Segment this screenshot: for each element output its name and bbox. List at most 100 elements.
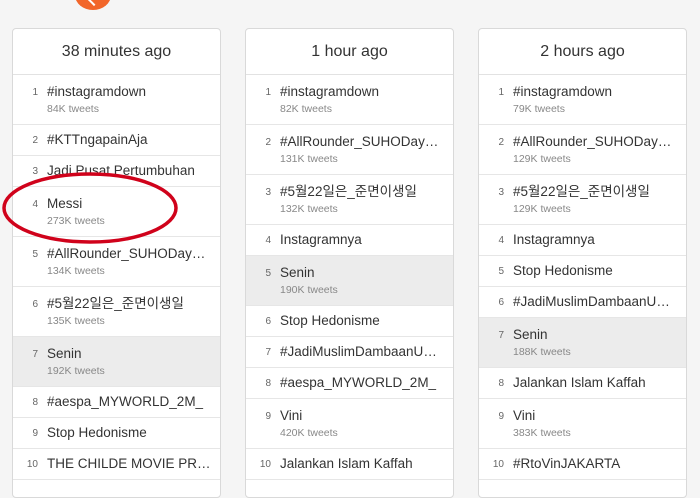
trend-rank: 3 (265, 187, 271, 198)
trend-rank: 5 (498, 266, 504, 277)
trend-name[interactable]: #aespa_MYWORLD_2M_ (47, 393, 220, 410)
column-header: 38 minutes ago (13, 29, 220, 75)
column-header: 1 hour ago (246, 29, 453, 75)
trend-row[interactable]: 3 #5월22일은_준면이생일 129K tweets (479, 175, 686, 225)
trend-rank: 8 (498, 378, 504, 389)
trend-row[interactable]: 9 Vini 383K tweets (479, 399, 686, 449)
trend-row[interactable]: 6 #JadiMuslimDambaanUmat (479, 287, 686, 318)
trend-name[interactable]: Instagramnya (280, 231, 453, 248)
trend-name[interactable]: #5월22일은_준면이생일 (47, 295, 220, 312)
trend-name[interactable]: #AllRounder_SUHODay2022 (47, 245, 220, 262)
trend-name[interactable]: Stop Hedonisme (280, 312, 453, 329)
trend-row[interactable]: 8 Jalankan Islam Kaffah (479, 368, 686, 399)
trend-row[interactable]: 6 #5월22일은_준면이생일 135K tweets (13, 287, 220, 337)
trend-rank: 1 (265, 87, 271, 98)
trend-row-highlighted[interactable]: 7 Senin 192K tweets (13, 337, 220, 387)
trend-rank: 1 (32, 87, 38, 98)
tweet-count: 383K tweets (513, 427, 571, 439)
trend-rank: 2 (498, 137, 504, 148)
trend-rank: 8 (32, 397, 38, 408)
trend-name[interactable]: #instagramdown (47, 83, 220, 100)
trend-row[interactable]: 2 #KTTngapainAja (13, 125, 220, 156)
trend-name[interactable]: Senin (47, 345, 220, 362)
trend-rank: 7 (498, 330, 504, 341)
trend-rank: 4 (32, 199, 38, 210)
trend-name[interactable]: #KTTngapainAja (47, 131, 220, 148)
trend-row[interactable]: 5 Stop Hedonisme (479, 256, 686, 287)
trend-rank: 10 (492, 459, 504, 470)
trend-row[interactable]: 8 #aespa_MYWORLD_2M_ (246, 368, 453, 399)
trend-rank: 6 (265, 316, 271, 327)
tweet-count: 84K tweets (47, 103, 99, 115)
trend-name[interactable]: Jalankan Islam Kaffah (280, 455, 453, 472)
tweet-count: 188K tweets (513, 346, 571, 358)
trend-row[interactable]: 2 #AllRounder_SUHODay2022 131K tweets (246, 125, 453, 175)
column-header: 2 hours ago (479, 29, 686, 75)
trend-name[interactable]: Vini (280, 407, 453, 424)
trend-name[interactable]: Vini (513, 407, 686, 424)
trend-name[interactable]: Senin (280, 264, 453, 281)
trend-row[interactable]: 2 #AllRounder_SUHODay2022 129K tweets (479, 125, 686, 175)
trend-row[interactable]: 9 Vini 420K tweets (246, 399, 453, 449)
trend-row[interactable]: 3 #5월22일은_준면이생일 132K tweets (246, 175, 453, 225)
trend-rank: 4 (265, 235, 271, 246)
trend-name[interactable]: #JadiMuslimDambaanUmat (280, 343, 453, 360)
tweet-count: 273K tweets (47, 215, 105, 227)
tweet-count: 420K tweets (280, 427, 338, 439)
tweet-count: 82K tweets (280, 103, 332, 115)
trend-rank: 9 (265, 411, 271, 422)
trend-rank: 2 (32, 135, 38, 146)
trend-row[interactable]: 10 THE CHILDE MOVIE PRESS (13, 449, 220, 480)
tweet-count: 134K tweets (47, 265, 105, 277)
trend-row[interactable]: 4 Instagramnya (246, 225, 453, 256)
tweet-count: 131K tweets (280, 153, 338, 165)
logo-icon[interactable] (75, 0, 111, 10)
trend-rank: 3 (32, 166, 38, 177)
trend-name[interactable]: #AllRounder_SUHODay2022 (280, 133, 453, 150)
tweet-count: 192K tweets (47, 365, 105, 377)
trend-name[interactable]: Jalankan Islam Kaffah (513, 374, 686, 391)
trend-name[interactable]: #instagramdown (513, 83, 686, 100)
trend-row[interactable]: 5 #AllRounder_SUHODay2022 134K tweets (13, 237, 220, 287)
trends-column-1-hour: 1 hour ago 1 #instagramdown 82K tweets 2 #A… (245, 28, 454, 498)
trend-name[interactable]: Stop Hedonisme (47, 424, 220, 441)
trend-name[interactable]: #aespa_MYWORLD_2M_ (280, 374, 453, 391)
tweet-count: 79K tweets (513, 103, 565, 115)
trend-name[interactable]: #5월22일은_준면이생일 (513, 183, 686, 200)
trend-row[interactable]: 4 Instagramnya (479, 225, 686, 256)
trend-rank: 10 (259, 459, 271, 470)
trend-row[interactable]: 1 #instagramdown 82K tweets (246, 75, 453, 125)
trend-name[interactable]: Jadi Pusat Pertumbuhan (47, 162, 220, 179)
trend-rank: 9 (498, 411, 504, 422)
trend-rank: 1 (498, 87, 504, 98)
trend-name[interactable]: Stop Hedonisme (513, 262, 686, 279)
trend-name[interactable]: #JadiMuslimDambaanUmat (513, 293, 686, 310)
trend-rank: 4 (498, 235, 504, 246)
trend-row[interactable]: 3 Jadi Pusat Pertumbuhan (13, 156, 220, 187)
trend-name[interactable]: #instagramdown (280, 83, 453, 100)
trend-name[interactable]: Senin (513, 326, 686, 343)
trend-row[interactable]: 4 Messi 273K tweets (13, 187, 220, 237)
trend-row-highlighted[interactable]: 7 Senin 188K tweets (479, 318, 686, 368)
tweet-count: 132K tweets (280, 203, 338, 215)
trend-name[interactable]: Messi (47, 195, 220, 212)
trend-row[interactable]: 1 #instagramdown 84K tweets (13, 75, 220, 125)
trend-row[interactable]: 6 Stop Hedonisme (246, 306, 453, 337)
trend-rank: 7 (265, 347, 271, 358)
trend-row-highlighted[interactable]: 5 Senin 190K tweets (246, 256, 453, 306)
trend-name[interactable]: #RtoVinJAKARTA (513, 455, 686, 472)
trend-row[interactable]: 8 #aespa_MYWORLD_2M_ (13, 387, 220, 418)
tweet-count: 129K tweets (513, 203, 571, 215)
trend-name[interactable]: #5월22일은_준면이생일 (280, 183, 453, 200)
trend-row[interactable]: 1 #instagramdown 79K tweets (479, 75, 686, 125)
tweet-count: 190K tweets (280, 284, 338, 296)
trend-row[interactable]: 10 #RtoVinJAKARTA (479, 449, 686, 480)
trend-rank: 5 (32, 249, 38, 260)
trend-name[interactable]: THE CHILDE MOVIE PRESS (47, 455, 220, 472)
trend-rank: 3 (498, 187, 504, 198)
trend-row[interactable]: 7 #JadiMuslimDambaanUmat (246, 337, 453, 368)
trend-name[interactable]: #AllRounder_SUHODay2022 (513, 133, 686, 150)
trend-row[interactable]: 10 Jalankan Islam Kaffah (246, 449, 453, 480)
trend-name[interactable]: Instagramnya (513, 231, 686, 248)
trend-row[interactable]: 9 Stop Hedonisme (13, 418, 220, 449)
